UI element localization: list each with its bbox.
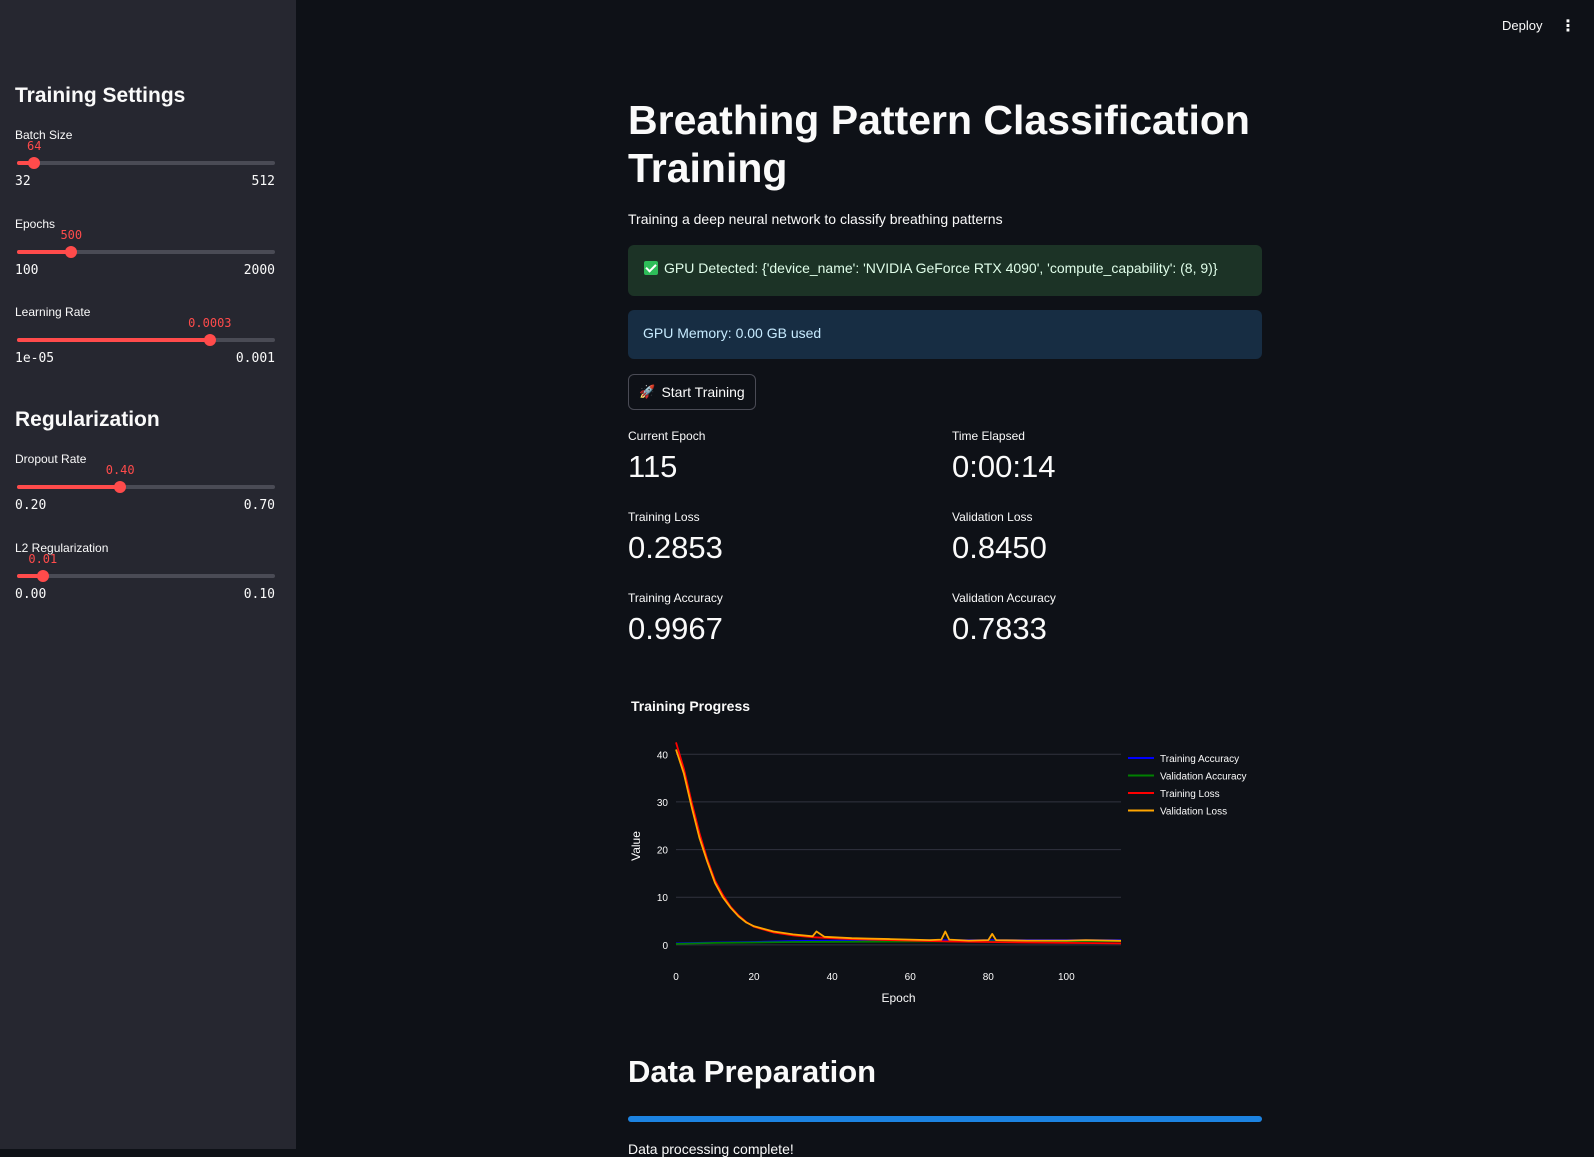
slider-fill xyxy=(17,338,210,342)
x-tick-label: 20 xyxy=(749,972,761,983)
deploy-button[interactable]: Deploy xyxy=(1502,18,1542,33)
slider-thumb[interactable] xyxy=(114,481,127,493)
metric-label: Training Loss xyxy=(628,510,700,524)
slider-track[interactable] xyxy=(17,481,275,493)
metric-label: Training Accuracy xyxy=(628,591,723,605)
metric-label: Validation Loss xyxy=(952,510,1033,524)
dropout-rate-slider[interactable]: Dropout Rate 0.40 0.20 0.70 xyxy=(15,452,275,522)
metric-value: 0.8450 xyxy=(952,530,1047,565)
slider-label: Dropout Rate xyxy=(15,452,87,466)
metric-value: 0.7833 xyxy=(952,611,1047,646)
slider-thumb[interactable] xyxy=(36,570,49,582)
metric-time-elapsed: Time Elapsed 0:00:14 xyxy=(952,429,1252,485)
epochs-slider[interactable]: Epochs 500 100 2000 xyxy=(15,217,275,287)
slider-value: 0.40 xyxy=(105,463,135,477)
metric-training-accuracy: Training Accuracy 0.9967 xyxy=(628,591,928,647)
metric-label: Validation Accuracy xyxy=(952,591,1056,605)
gpu-memory-text: GPU Memory: 0.00 GB used xyxy=(643,325,822,341)
y-tick-label: 20 xyxy=(657,846,669,857)
series-line-training-loss xyxy=(675,742,1122,945)
data-prep-progress-bar xyxy=(628,1116,1262,1122)
x-tick-label: 0 xyxy=(673,972,679,983)
slider-min: 0.20 xyxy=(15,498,47,513)
legend-label: Validation Accuracy xyxy=(1160,772,1247,783)
slider-track[interactable] xyxy=(17,570,275,582)
slider-value: 0.01 xyxy=(28,552,58,566)
slider-track[interactable] xyxy=(17,246,275,258)
slider-thumb[interactable] xyxy=(28,157,41,169)
slider-max: 0.10 xyxy=(243,587,275,602)
y-tick-label: 40 xyxy=(657,750,669,761)
slider-min: 0.00 xyxy=(15,587,47,602)
slider-min: 100 xyxy=(15,263,39,278)
slider-label: Learning Rate xyxy=(15,305,91,319)
chart-title: Training Progress xyxy=(631,698,751,714)
data-preparation-heading: Data Preparation xyxy=(628,1054,877,1089)
slider-value: 64 xyxy=(26,139,42,153)
page-title: Breathing Pattern Classification Trainin… xyxy=(628,97,1250,191)
slider-value: 0.0003 xyxy=(188,316,232,330)
slider-max: 0.001 xyxy=(235,351,275,366)
y-axis-label: Value xyxy=(629,831,643,861)
metric-validation-loss: Validation Loss 0.8450 xyxy=(952,510,1252,566)
metric-value: 0.9967 xyxy=(628,611,723,646)
y-tick-label: 0 xyxy=(662,941,668,952)
regularization-heading: Regularization xyxy=(15,408,160,431)
sidebar: Training Settings Batch Size 64 32 512 E… xyxy=(0,0,296,1149)
slider-fill xyxy=(17,250,72,254)
slider-max: 2000 xyxy=(243,263,275,278)
y-tick-label: 10 xyxy=(657,893,669,904)
metric-label: Current Epoch xyxy=(628,429,706,443)
l2-regularization-slider[interactable]: L2 Regularization 0.01 0.00 0.10 xyxy=(15,541,275,611)
rocket-icon: 🚀 xyxy=(639,384,656,399)
metric-value: 0:00:14 xyxy=(952,449,1056,484)
x-tick-label: 100 xyxy=(1058,972,1075,983)
slider-max: 0.70 xyxy=(243,498,275,513)
slider-min: 1e-05 xyxy=(15,351,55,366)
slider-label: Batch Size xyxy=(15,128,73,142)
start-training-label: Start Training xyxy=(661,384,745,400)
metric-value: 115 xyxy=(628,449,678,484)
metric-validation-accuracy: Validation Accuracy 0.7833 xyxy=(952,591,1252,647)
start-training-button[interactable]: 🚀 Start Training xyxy=(628,374,756,410)
metric-current-epoch: Current Epoch 115 xyxy=(628,429,928,485)
gpu-detected-text: GPU Detected: {'device_name': 'NVIDIA Ge… xyxy=(664,260,1218,276)
slider-thumb[interactable] xyxy=(65,246,78,258)
slider-value: 500 xyxy=(60,228,83,242)
learning-rate-slider[interactable]: Learning Rate 0.0003 1e-05 0.001 xyxy=(15,305,275,375)
x-tick-label: 40 xyxy=(827,972,839,983)
y-tick-label: 30 xyxy=(657,798,669,809)
slider-fill xyxy=(17,485,121,489)
slider-track[interactable] xyxy=(17,157,275,169)
progress-fill xyxy=(628,1116,1262,1122)
x-tick-label: 80 xyxy=(983,972,995,983)
x-tick-label: 60 xyxy=(905,972,917,983)
more-vertical-icon[interactable]: ⋮ xyxy=(1560,16,1576,36)
page-subtitle: Training a deep neural network to classi… xyxy=(628,211,1003,227)
slider-max: 512 xyxy=(251,174,275,189)
batch-size-slider[interactable]: Batch Size 64 32 512 xyxy=(15,128,275,198)
training-progress-chart[interactable]: 0 10 20 30 40 0 20 40 60 80 100 Epoch Value Training … xyxy=(628,740,1262,1010)
metric-label: Time Elapsed xyxy=(952,429,1025,443)
gpu-detected-alert: GPU Detected: {'device_name': 'NVIDIA Ge… xyxy=(628,245,1262,296)
training-settings-heading: Training Settings xyxy=(15,84,186,107)
slider-min: 32 xyxy=(15,174,31,189)
slider-label: Epochs xyxy=(15,217,56,231)
check-icon xyxy=(644,261,658,275)
x-axis-label: Epoch xyxy=(881,991,915,1005)
series-line-validation-loss xyxy=(675,749,1122,942)
legend-label: Training Loss xyxy=(1160,789,1220,800)
gpu-memory-alert: GPU Memory: 0.00 GB used xyxy=(628,310,1262,359)
metric-value: 0.2853 xyxy=(628,530,723,565)
metric-training-loss: Training Loss 0.2853 xyxy=(628,510,928,566)
data-prep-status: Data processing complete! xyxy=(628,1141,794,1157)
legend-label: Training Accuracy xyxy=(1160,754,1239,765)
slider-track[interactable] xyxy=(17,334,275,346)
legend-label: Validation Loss xyxy=(1160,807,1227,818)
slider-thumb[interactable] xyxy=(203,334,216,346)
